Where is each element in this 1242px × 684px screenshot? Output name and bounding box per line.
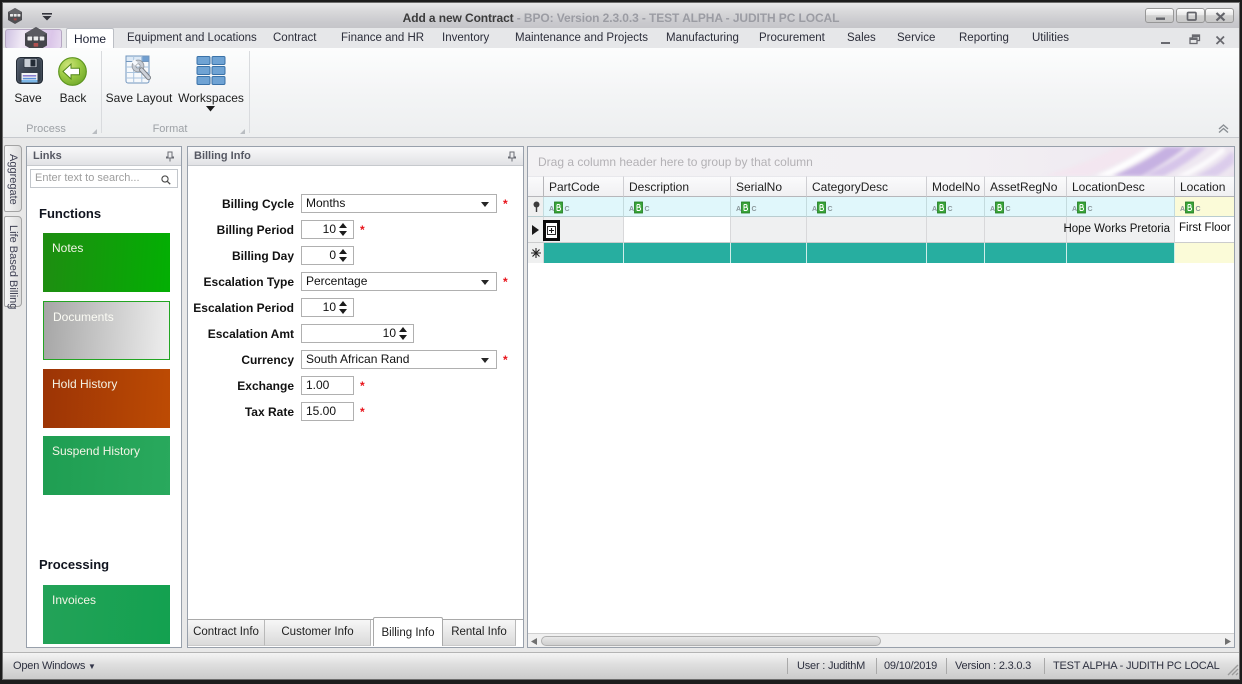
svg-text:C: C xyxy=(1196,206,1201,213)
svg-text:A: A xyxy=(812,206,817,213)
svg-text:A: A xyxy=(1072,206,1077,213)
svg-text:A: A xyxy=(736,206,741,213)
svg-text:A: A xyxy=(990,206,995,213)
svg-text:A: A xyxy=(549,206,554,213)
svg-text:C: C xyxy=(1006,206,1011,213)
svg-text:A: A xyxy=(1180,206,1185,213)
svg-text:C: C xyxy=(645,206,650,213)
svg-text:C: C xyxy=(752,206,757,213)
svg-text:A: A xyxy=(629,206,634,213)
svg-text:C: C xyxy=(565,206,570,213)
svg-text:C: C xyxy=(948,206,953,213)
svg-text:A: A xyxy=(932,206,937,213)
svg-text:C: C xyxy=(1088,206,1093,213)
svg-text:C: C xyxy=(828,206,833,213)
